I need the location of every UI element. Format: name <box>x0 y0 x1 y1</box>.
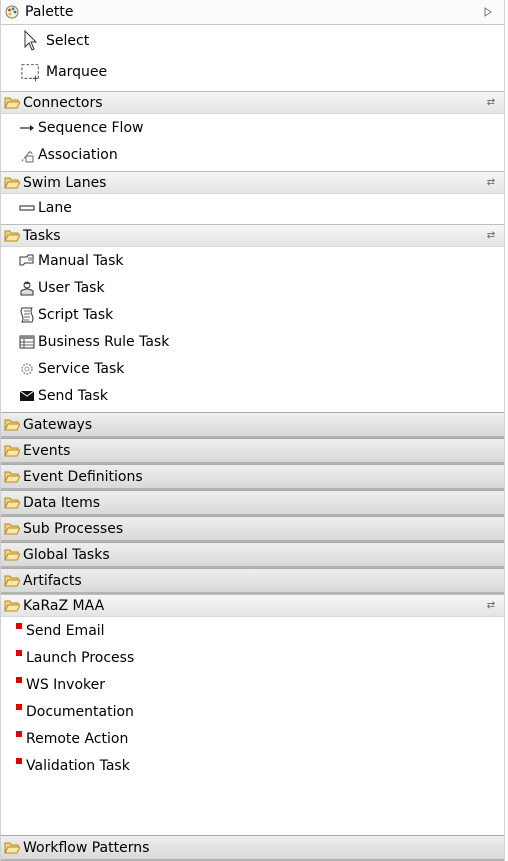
drawer-data-items[interactable]: Data Items <box>1 490 504 516</box>
sequence-flow-label: Sequence Flow <box>38 119 144 136</box>
send-task-label: Send Task <box>38 387 108 404</box>
remote-action-tool[interactable]: Remote Action <box>1 725 504 752</box>
manual-task-icon <box>19 254 34 265</box>
palette-title-bar: Palette <box>1 0 504 25</box>
manual-task-label: Manual Task <box>38 252 124 269</box>
pin-icon[interactable]: ⇄ <box>484 230 498 241</box>
business-rule-task-tool[interactable]: Business Rule Task <box>1 328 504 355</box>
sequence-flow-icon <box>20 124 34 131</box>
lane-label: Lane <box>38 199 72 216</box>
drawer-sub-processes[interactable]: Sub Processes <box>1 516 504 542</box>
folder-open-icon <box>4 177 20 189</box>
red-marker-icon <box>16 650 22 656</box>
palette-icon <box>5 5 19 19</box>
script-task-tool[interactable]: Script Task <box>1 301 504 328</box>
drawer-global-tasks-label: Global Tasks <box>23 546 110 563</box>
manual-task-tool[interactable]: Manual Task <box>1 247 504 274</box>
ws-invoker-tool[interactable]: WS Invoker <box>1 671 504 698</box>
script-task-label: Script Task <box>38 306 114 323</box>
association-label: Association <box>38 146 118 163</box>
launch-process-label: Launch Process <box>26 649 135 666</box>
select-tool[interactable]: Select <box>1 25 504 56</box>
red-marker-icon <box>16 704 22 710</box>
palette-title: Palette <box>25 4 74 20</box>
red-marker-icon <box>16 758 22 764</box>
drawer-karaz-maa[interactable]: KaRaZ MAA ⇄ <box>1 594 504 617</box>
user-task-tool[interactable]: User Task <box>1 274 504 301</box>
sequence-flow-tool[interactable]: Sequence Flow <box>1 114 504 141</box>
drawer-tasks[interactable]: Tasks ⇄ <box>1 224 504 247</box>
launch-process-tool[interactable]: Launch Process <box>1 644 504 671</box>
association-tool[interactable]: Association <box>1 141 504 168</box>
business-rule-task-label: Business Rule Task <box>38 333 170 350</box>
select-tool-label: Select <box>46 32 90 49</box>
remote-action-label: Remote Action <box>26 730 129 747</box>
documentation-label: Documentation <box>26 703 134 720</box>
business-rule-task-icon <box>19 335 35 348</box>
lane-tool[interactable]: Lane <box>1 194 504 221</box>
service-task-tool[interactable]: Service Task <box>1 355 504 382</box>
ws-invoker-label: WS Invoker <box>26 676 106 693</box>
pin-icon[interactable]: ⇄ <box>484 177 498 188</box>
folder-icon <box>4 575 20 587</box>
collapse-palette-button[interactable] <box>480 7 496 17</box>
pointer-arrow-icon <box>24 29 38 51</box>
drawer-event-definitions-label: Event Definitions <box>23 468 143 485</box>
user-task-label: User Task <box>38 279 105 296</box>
drawer-workflow-patterns[interactable]: Workflow Patterns <box>1 835 504 861</box>
red-marker-icon <box>16 623 22 629</box>
send-task-tool[interactable]: Send Task <box>1 382 504 409</box>
drawer-workflow-patterns-label: Workflow Patterns <box>23 839 150 856</box>
service-task-label: Service Task <box>38 360 125 377</box>
folder-open-icon <box>4 600 20 612</box>
marquee-selection-icon <box>21 63 39 81</box>
folder-open-icon <box>4 97 20 109</box>
drawer-global-tasks[interactable]: Global Tasks <box>1 542 504 568</box>
karaz-maa-items: Send Email Launch Process WS Invoker Doc… <box>1 617 504 779</box>
marquee-tool-label: Marquee <box>46 63 108 80</box>
user-task-icon <box>20 281 34 295</box>
drawer-swim-lanes-label: Swim Lanes <box>23 174 107 191</box>
send-email-tool[interactable]: Send Email <box>1 617 504 644</box>
drawer-tasks-label: Tasks <box>23 227 61 244</box>
documentation-tool[interactable]: Documentation <box>1 698 504 725</box>
drawer-swim-lanes[interactable]: Swim Lanes ⇄ <box>1 171 504 194</box>
drawer-karaz-maa-label: KaRaZ MAA <box>23 597 105 614</box>
red-marker-icon <box>16 731 22 737</box>
drawer-gateways-label: Gateways <box>23 416 93 433</box>
drawer-data-items-label: Data Items <box>23 494 101 511</box>
drawer-artifacts[interactable]: Artifacts <box>1 568 504 594</box>
drawer-connectors[interactable]: Connectors ⇄ <box>1 91 504 114</box>
pin-icon[interactable]: ⇄ <box>484 97 498 108</box>
send-email-label: Send Email <box>26 622 105 639</box>
association-icon <box>21 149 34 162</box>
marquee-tool[interactable]: Marquee <box>1 56 504 87</box>
folder-icon <box>4 523 20 535</box>
drawer-events-label: Events <box>23 442 71 459</box>
drawer-sub-processes-label: Sub Processes <box>23 520 124 537</box>
palette-view: Palette Select Marquee Connectors ⇄ Sequ… <box>0 0 505 861</box>
folder-icon <box>4 549 20 561</box>
drawer-events[interactable]: Events <box>1 438 504 464</box>
drawer-artifacts-label: Artifacts <box>23 572 82 589</box>
lane-icon <box>19 205 35 210</box>
drawer-gateways[interactable]: Gateways <box>1 412 504 438</box>
drawer-event-definitions[interactable]: Event Definitions <box>1 464 504 490</box>
pin-icon[interactable]: ⇄ <box>484 600 498 611</box>
folder-icon <box>4 497 20 509</box>
folder-icon <box>4 419 20 431</box>
folder-icon <box>4 842 20 854</box>
folder-icon <box>4 471 20 483</box>
script-task-icon <box>20 307 34 322</box>
red-marker-icon <box>16 677 22 683</box>
drawer-connectors-label: Connectors <box>23 94 103 111</box>
folder-open-icon <box>4 230 20 242</box>
validation-task-tool[interactable]: Validation Task <box>1 752 504 779</box>
validation-task-label: Validation Task <box>26 757 130 774</box>
folder-icon <box>4 445 20 457</box>
service-task-icon <box>21 362 33 375</box>
triangle-right-icon <box>484 7 492 17</box>
send-task-icon <box>19 390 35 401</box>
